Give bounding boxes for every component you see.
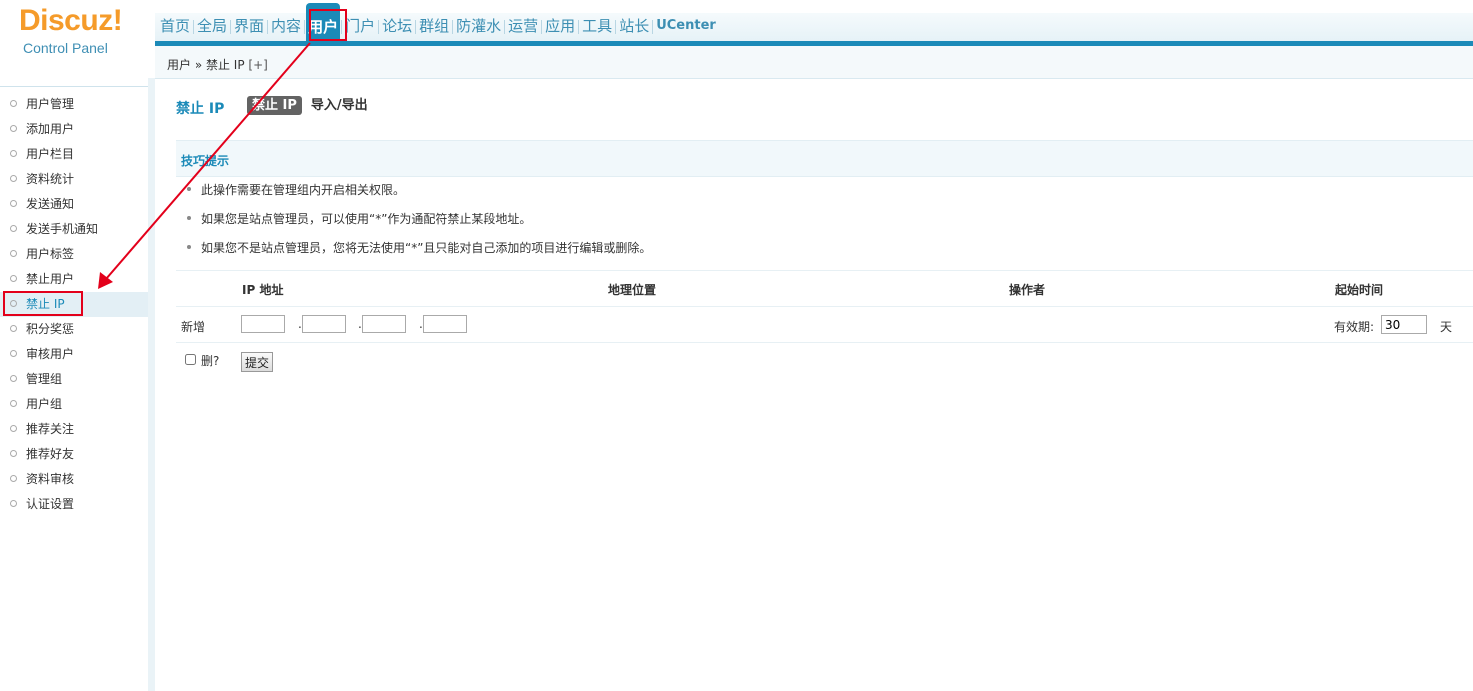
nav-separator — [452, 20, 454, 34]
page-tabs: 禁止 IP 导入/导出 — [247, 96, 377, 115]
nav-item[interactable]: 全局 — [195, 13, 229, 41]
new-label: 新增 — [181, 320, 206, 334]
actions-row: 删? 提交 — [176, 342, 1473, 378]
tip-item: 如果您是站点管理员，可以使用“*”作为通配符禁止某段地址。 — [176, 208, 651, 237]
sidebar-item[interactable]: 发送通知 — [0, 192, 148, 217]
nav-item[interactable]: 防灌水 — [454, 13, 503, 41]
logo-subtitle: Control Panel — [23, 40, 108, 56]
sidebar-item[interactable]: 用户管理 — [0, 92, 148, 117]
ip-octet-4-input[interactable] — [423, 315, 467, 333]
tips-list: 此操作需要在管理组内开启相关权限。 如果您是站点管理员，可以使用“*”作为通配符… — [176, 179, 651, 266]
sidebar-item[interactable]: 禁止用户 — [0, 267, 148, 292]
nav-item[interactable]: 门户 — [343, 13, 377, 41]
table-header-row: IP 地址 地理位置 操作者 起始时间 — [176, 270, 1473, 306]
delete-all-checkbox[interactable] — [185, 354, 196, 365]
nav-separator — [504, 20, 506, 34]
nav-separator — [578, 20, 580, 34]
day-unit: 天 — [1440, 320, 1453, 334]
ip-octet-2-input[interactable] — [302, 315, 346, 333]
nav-item[interactable]: 内容 — [269, 13, 303, 41]
nav-item[interactable]: 论坛 — [380, 13, 414, 41]
nav-separator — [415, 20, 417, 34]
sidebar-item[interactable]: 资料审核 — [0, 467, 148, 492]
page-title: 禁止 IP — [176, 101, 225, 117]
add-shortcut-link[interactable]: [+] — [248, 58, 267, 72]
nav-item[interactable]: 界面 — [232, 13, 266, 41]
tab-import-export[interactable]: 导入/导出 — [306, 96, 373, 115]
ip-octet-3-input[interactable] — [362, 315, 406, 333]
nav-item[interactable]: UCenter — [654, 13, 718, 41]
breadcrumb-text: 用户 » 禁止 IP — [167, 58, 245, 72]
sidebar-item[interactable]: 认证设置 — [0, 492, 148, 517]
top-nav: 首页 全局 界面 内容 用户 门户 论坛 群组 防灌水 运营 应用 工具 站长 UCenter — [158, 3, 718, 41]
nav-separator — [541, 20, 543, 34]
col-operator: 操作者 — [1009, 283, 1046, 297]
header: Discuz! Control Panel 首页 全局 界面 内容 用户 门户 论坛 群组 防灌… — [0, 0, 1473, 79]
col-ip-address: IP 地址 — [242, 283, 284, 297]
nav-separator — [267, 20, 269, 34]
sidebar-item[interactable]: 资料统计 — [0, 167, 148, 192]
nav-separator — [652, 20, 654, 34]
tip-item: 如果您不是站点管理员，您将无法使用“*”且只能对自己添加的项目进行编辑或删除。 — [176, 237, 651, 266]
sidebar: 用户管理 添加用户 用户栏目 资料统计 发送通知 发送手机通知 用户标签 禁止用户 禁止 IP 积… — [0, 78, 155, 691]
ip-ban-table: IP 地址 地理位置 操作者 起始时间 新增 . . . 有效期: 天 删? 提… — [176, 270, 1473, 378]
nav-separator — [378, 20, 380, 34]
sidebar-item[interactable]: 用户组 — [0, 392, 148, 417]
highlight-box-sidebar — [3, 291, 83, 316]
col-location: 地理位置 — [608, 283, 657, 297]
nav-separator — [193, 20, 195, 34]
highlight-box-nav — [309, 9, 347, 41]
sidebar-item[interactable]: 推荐关注 — [0, 417, 148, 442]
tips-title: 技巧提示 — [181, 154, 230, 168]
ip-octet-1-input[interactable] — [241, 315, 285, 333]
sidebar-divider — [0, 86, 148, 87]
nav-separator — [615, 20, 617, 34]
nav-separator — [230, 20, 232, 34]
tab-ban-ip[interactable]: 禁止 IP — [247, 96, 302, 115]
sidebar-item[interactable]: 添加用户 — [0, 117, 148, 142]
nav-item[interactable]: 运营 — [506, 13, 540, 41]
sidebar-item[interactable]: 用户标签 — [0, 242, 148, 267]
main-content: 禁止 IP 禁止 IP 导入/导出 技巧提示 此操作需要在管理组内开启相关权限。… — [155, 79, 1473, 691]
sidebar-item[interactable]: 积分奖惩 — [0, 317, 148, 342]
sidebar-item[interactable]: 审核用户 — [0, 342, 148, 367]
nav-item[interactable]: 群组 — [417, 13, 451, 41]
nav-item[interactable]: 应用 — [543, 13, 577, 41]
new-ip-row: 新增 . . . 有效期: 天 — [176, 306, 1473, 342]
nav-separator — [304, 20, 306, 34]
breadcrumb: 用户 » 禁止 IP [+] — [167, 56, 268, 73]
submit-button[interactable]: 提交 — [241, 352, 274, 372]
sidebar-item[interactable]: 发送手机通知 — [0, 217, 148, 242]
validity-days-input[interactable] — [1381, 315, 1427, 334]
nav-item[interactable]: 首页 — [158, 13, 192, 41]
tips-header: 技巧提示 — [176, 140, 1473, 177]
validity-label: 有效期: — [1334, 320, 1375, 334]
logo[interactable]: Discuz! Control Panel — [0, 0, 155, 70]
sidebar-item[interactable]: 推荐好友 — [0, 442, 148, 467]
breadcrumb-bar — [155, 46, 1473, 79]
col-start-time: 起始时间 — [1335, 283, 1384, 297]
logo-brand: Discuz! — [19, 4, 123, 37]
tip-item: 此操作需要在管理组内开启相关权限。 — [176, 179, 651, 208]
sidebar-item[interactable]: 管理组 — [0, 367, 148, 392]
delete-label: 删? — [201, 354, 220, 368]
sidebar-item[interactable]: 用户栏目 — [0, 142, 148, 167]
nav-item[interactable]: 工具 — [580, 13, 614, 41]
nav-item[interactable]: 站长 — [617, 13, 651, 41]
